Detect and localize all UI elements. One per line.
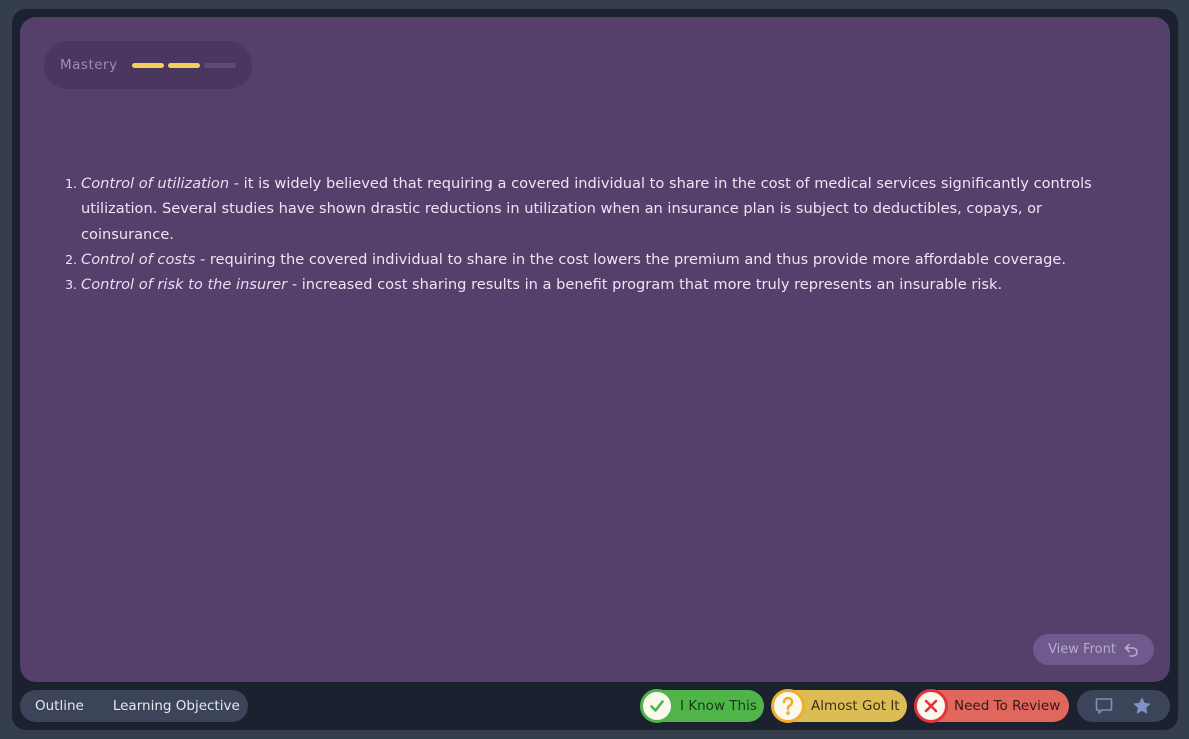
flashcard-back: Mastery Control of utilization - it is w… xyxy=(20,17,1170,682)
check-icon xyxy=(640,689,674,723)
outline-button[interactable]: Outline xyxy=(35,698,84,714)
need-to-review-button[interactable]: Need To Review xyxy=(914,689,1069,723)
almost-got-it-button[interactable]: Almost Got It xyxy=(771,689,907,723)
learning-objective-button[interactable]: Learning Objective xyxy=(113,698,240,714)
mastery-bars xyxy=(131,62,236,68)
mastery-bar-2 xyxy=(167,62,200,68)
mastery-bar-1 xyxy=(131,62,164,68)
view-front-label: View Front xyxy=(1048,642,1116,657)
view-front-button[interactable]: View Front xyxy=(1033,634,1154,665)
almost-got-it-label: Almost Got It xyxy=(811,698,900,714)
need-to-review-label: Need To Review xyxy=(954,698,1061,714)
i-know-this-button[interactable]: I Know This xyxy=(640,689,764,723)
question-icon xyxy=(771,689,805,723)
answer-text: - it is widely believed that requiring a… xyxy=(81,175,1092,243)
answer-term: Control of utilization xyxy=(81,175,230,192)
mastery-bar-3 xyxy=(203,62,236,68)
card-answer: Control of utilization - it is widely be… xyxy=(61,171,1111,297)
answer-term: Control of costs xyxy=(81,250,196,268)
answer-text: - requiring the covered individual to sh… xyxy=(195,250,1066,268)
i-know-this-label: I Know This xyxy=(680,698,757,714)
mastery-indicator: Mastery xyxy=(44,41,252,89)
card-tools xyxy=(1077,690,1170,722)
answer-term: Control of risk to the insurer xyxy=(81,276,288,294)
mastery-label: Mastery xyxy=(60,57,118,73)
answer-text: - increased cost sharing results in a be… xyxy=(287,276,1003,294)
answer-item: Control of risk to the insurer - increas… xyxy=(81,272,1111,297)
comment-icon[interactable] xyxy=(1094,696,1114,716)
star-icon[interactable] xyxy=(1131,695,1153,717)
answer-item: Control of utilization - it is widely be… xyxy=(81,171,1111,247)
answer-item: Control of costs - requiring the covered… xyxy=(81,247,1111,272)
bottom-nav: Outline Learning Objective xyxy=(20,690,248,722)
x-icon xyxy=(914,689,948,723)
flip-back-icon xyxy=(1124,643,1138,657)
answer-list: Control of utilization - it is widely be… xyxy=(61,171,1111,297)
